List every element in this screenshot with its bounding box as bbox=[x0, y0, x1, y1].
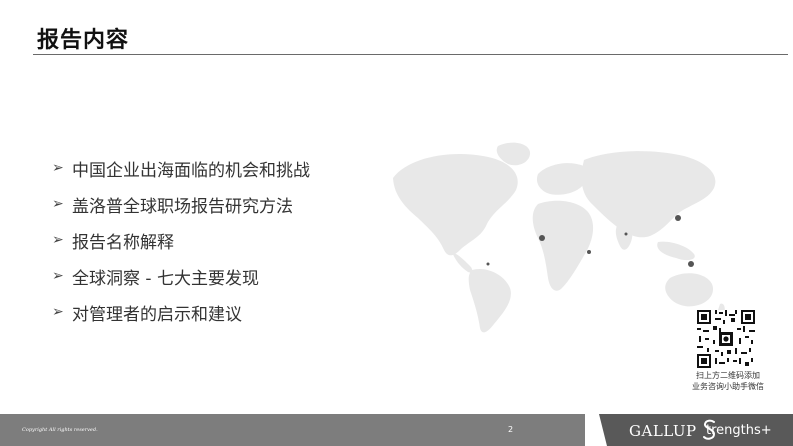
copyright-text: Copyright All rights reserved. bbox=[22, 427, 98, 433]
agenda-list: ➢ 中国企业出海面临的机会和挑战 ➢ 盖洛普全球职场报告研究方法 ➢ 报告名称解… bbox=[52, 150, 310, 330]
map-africa bbox=[532, 200, 594, 291]
title-divider bbox=[33, 54, 788, 55]
agenda-item-2: ➢ 盖洛普全球职场报告研究方法 bbox=[52, 186, 310, 222]
map-asia bbox=[581, 151, 716, 238]
agenda-item-label: 中国企业出海面临的机会和挑战 bbox=[72, 160, 310, 181]
qr-caption-line-2: 业务咨询小助手微信 bbox=[692, 382, 764, 391]
qr-caption: 扫上方二维码添加 业务咨询小助手微信 bbox=[682, 370, 774, 392]
triangle-arrow-right-icon: ➢ bbox=[52, 160, 64, 176]
map-australia bbox=[665, 273, 714, 307]
map-europe bbox=[536, 163, 589, 195]
triangle-arrow-right-icon: ➢ bbox=[52, 196, 64, 212]
map-marker-south-america bbox=[486, 262, 490, 266]
strengths-logo-text: trengths+ bbox=[706, 423, 772, 438]
gallup-logo: GALLUP bbox=[629, 422, 697, 440]
agenda-item-label: 全球洞察 - 七大主要发现 bbox=[72, 268, 259, 289]
map-marker-papua bbox=[688, 261, 694, 267]
map-north-america bbox=[393, 154, 518, 256]
agenda-item-5: ➢ 对管理者的启示和建议 bbox=[52, 294, 310, 330]
map-marker-india bbox=[624, 232, 628, 236]
agenda-item-label: 盖洛普全球职场报告研究方法 bbox=[72, 196, 293, 217]
agenda-item-3: ➢ 报告名称解释 bbox=[52, 222, 310, 258]
qr-code-icon bbox=[697, 310, 755, 368]
map-marker-west-africa bbox=[539, 235, 545, 241]
triangle-arrow-right-icon: ➢ bbox=[52, 268, 64, 284]
agenda-item-4: ➢ 全球洞察 - 七大主要发现 bbox=[52, 258, 310, 294]
agenda-item-label: 对管理者的启示和建议 bbox=[72, 304, 242, 325]
agenda-item-label: 报告名称解释 bbox=[72, 232, 174, 253]
triangle-arrow-right-icon: ➢ bbox=[52, 304, 64, 320]
page-number: 2 bbox=[508, 425, 514, 434]
map-south-america bbox=[468, 268, 511, 333]
triangle-arrow-right-icon: ➢ bbox=[52, 232, 64, 248]
world-map-graphic bbox=[393, 142, 725, 333]
page-title: 报告内容 bbox=[37, 28, 130, 53]
agenda-item-1: ➢ 中国企业出海面临的机会和挑战 bbox=[52, 150, 310, 186]
map-marker-east-africa bbox=[587, 250, 591, 254]
qr-caption-line-1: 扫上方二维码添加 bbox=[696, 371, 760, 380]
map-marker-east-asia bbox=[675, 215, 681, 221]
map-central-america bbox=[452, 252, 473, 273]
map-southeast-asia bbox=[657, 241, 695, 261]
